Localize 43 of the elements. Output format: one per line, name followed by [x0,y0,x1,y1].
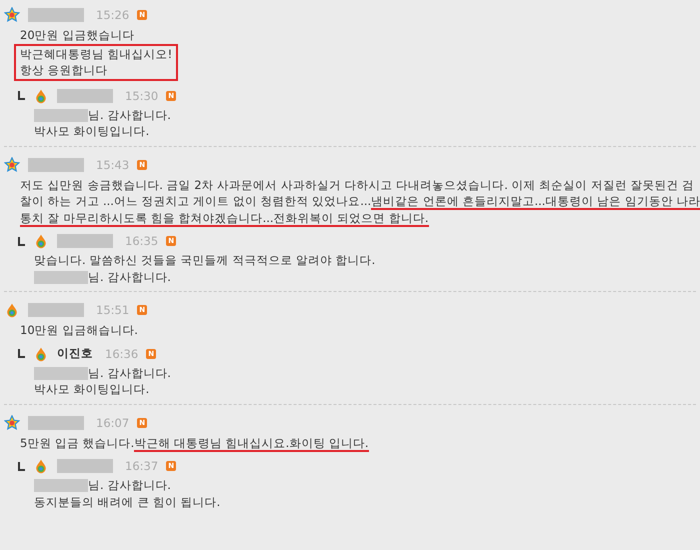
reply-corner-icon [18,91,25,100]
reply-text: 님. 감사합니다. [88,478,171,492]
star-avatar-icon [4,414,20,430]
comment-time: 16:07 [96,416,130,430]
redacted-name [34,108,88,122]
reply-text: 박사모 화이팅입니다. [34,382,150,396]
reply-text: 님. 감사합니다. [88,366,171,380]
star-avatar-icon [4,156,20,172]
reply-text: 님. 감사합니다. [88,270,171,284]
underlined-text: 박근해 대통령님 힘내십시요.화이팅 입니다. [134,436,369,452]
comment-time: 16:36 [105,346,138,360]
drop-avatar-icon [33,88,49,104]
comment-time: 15:43 [96,158,130,172]
drop-avatar-icon [33,233,49,249]
underlined-text: 통치 잘 마무리하시도록 힘을 합쳐야겠습니다...전화위복이 되었으면 합니다. [20,210,429,226]
star-avatar-icon [4,7,20,23]
comment-time: 16:37 [125,459,158,473]
reply-corner-icon [18,236,25,246]
comment-time: 16:35 [125,234,158,248]
underlined-text: 냄비같은 언론에 흔들리지말고...대통령이 남은 임기동안 나라 [371,194,700,210]
reply-text: 박사모 화이팅입니다. [34,124,150,138]
drop-avatar-icon [33,346,49,362]
comment-time: 15:51 [96,303,130,317]
redacted-name [34,479,88,492]
comment-text: 20만원 입금했습니다 [20,28,134,42]
comment-text: 찰이 하는 거고 ...어느 정권치고 게이트 없이 청렴한적 있었나요... [20,194,372,208]
drop-avatar-icon [33,458,49,474]
comment-text: 항상 응원합니다 [20,63,108,77]
comment-time: 15:30 [125,88,158,102]
reply-corner-icon [18,462,25,470]
comment-text: 저도 십만원 송금했습니다. 금일 2차 사과문에서 사과하실거 다하시고 다내려놓으셨습니다. 이제 최순실이 저질런 잘못된건 검 [20,178,694,192]
comment-text: 5만원 입금 했습니다. [20,436,134,450]
comment-text: 10만원 입금해습니다. [20,323,138,337]
redacted-name [34,366,88,380]
reply-text: 맞습니다. 말씀하신 것들을 국민들께 적극적으로 알려야 합니다. [34,253,376,267]
author-name[interactable]: 이진호 [57,346,93,361]
reply-corner-icon [18,349,25,358]
drop-avatar-icon [4,302,20,318]
comment-time: 15:26 [96,8,130,22]
reply-text: 님. 감사합니다. [88,108,171,122]
redacted-name [34,270,88,284]
reply-text: 동지분들의 배려에 큰 힘이 됩니다. [34,494,220,508]
comment-text: 박근혜대통령님 힘내십시오! [20,46,172,60]
